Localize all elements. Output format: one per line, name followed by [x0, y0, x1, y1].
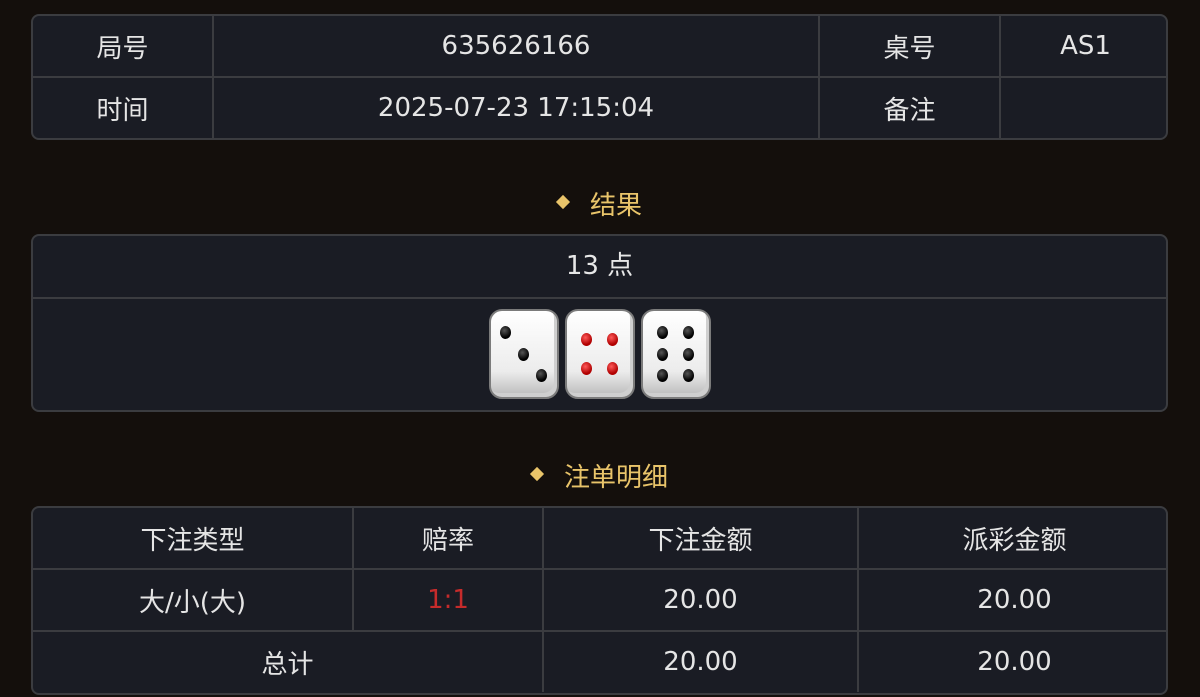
table-number-value: AS1 — [1000, 16, 1166, 78]
dice-six-icon — [640, 309, 711, 399]
total-label: 总计 — [33, 631, 544, 692]
payout-cell: 20.00 — [858, 569, 1166, 632]
bet-details-section-title: 注单明细 — [0, 457, 1200, 494]
bet-details-table: 下注类型 赔率 下注金额 派彩金额 大/小(大) 1:1 20.00 20.00… — [33, 508, 1166, 692]
bet-header-row: 下注类型 赔率 下注金额 派彩金额 — [33, 508, 1166, 570]
header-odds: 赔率 — [353, 508, 544, 570]
dice-pip — [683, 369, 695, 382]
total-payout: 20.00 — [977, 647, 1052, 677]
dice-pip — [499, 326, 511, 339]
header-bet-amount: 下注金额 — [543, 508, 859, 570]
dice-pip — [656, 347, 668, 361]
dice-pip — [518, 347, 529, 361]
dice-pip — [683, 347, 695, 361]
dice-pip — [683, 326, 695, 339]
bet-details-card: 下注类型 赔率 下注金额 派彩金额 大/小(大) 1:1 20.00 20.00… — [31, 506, 1168, 695]
dice-pip — [656, 326, 668, 339]
remark-label: 备注 — [819, 77, 1001, 138]
round-info-table: 局号 635626166 桌号 AS1 时间 2025-07-23 17:15:… — [33, 16, 1166, 138]
odds-cell: 1:1 — [353, 569, 544, 632]
round-info-row: 局号 635626166 桌号 AS1 — [33, 16, 1166, 78]
total-row: 总计 20.00 20.00 — [33, 631, 1166, 692]
dice-four-icon — [564, 309, 635, 399]
total-bet-amount: 20.00 — [543, 631, 859, 692]
table-number-label: 桌号 — [819, 16, 1001, 78]
header-bet-type: 下注类型 — [33, 508, 354, 570]
bet-details-title-text: 注单明细 — [563, 463, 668, 493]
dice-pip — [580, 362, 592, 376]
diamond-icon — [555, 194, 571, 209]
dice-three-icon — [488, 309, 559, 399]
round-number-value: 635626166 — [213, 16, 820, 78]
dice-pip — [656, 369, 668, 382]
dice-pip — [536, 369, 548, 382]
result-card: 13 点 — [31, 234, 1168, 412]
header-payout: 派彩金额 — [858, 508, 1166, 570]
dice-row — [33, 299, 1166, 399]
bet-amount-cell: 20.00 — [543, 569, 859, 632]
diamond-icon — [529, 466, 545, 481]
dice-pip — [607, 332, 619, 346]
time-label: 时间 — [33, 77, 214, 138]
round-number-label: 局号 — [33, 16, 214, 78]
round-info-card: 局号 635626166 桌号 AS1 时间 2025-07-23 17:15:… — [31, 14, 1168, 140]
result-section-title: 结果 — [0, 185, 1200, 222]
time-info-row: 时间 2025-07-23 17:15:04 备注 — [33, 77, 1166, 138]
dice-pip — [580, 332, 592, 346]
remark-value — [1000, 77, 1166, 138]
time-value: 2025-07-23 17:15:04 — [213, 77, 820, 138]
result-title-text: 结果 — [589, 191, 642, 221]
bet-type-cell: 大/小(大) — [33, 569, 354, 632]
result-points: 13 点 — [33, 236, 1166, 299]
table-row: 大/小(大) 1:1 20.00 20.00 — [33, 569, 1166, 632]
dice-pip — [607, 362, 619, 376]
